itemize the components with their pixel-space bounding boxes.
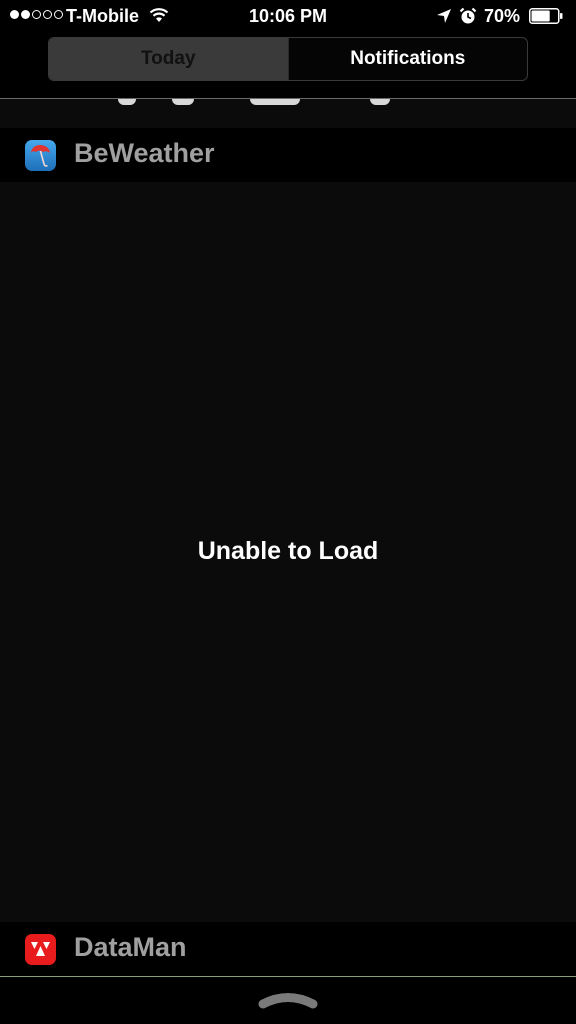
dataman-app-icon — [25, 934, 56, 965]
widget-app-name: BeWeather — [74, 138, 215, 168]
scrolled-content-remnant — [250, 99, 300, 105]
beweather-widget-header[interactable]: BeWeather — [0, 128, 576, 182]
alarm-clock-icon — [459, 7, 477, 24]
tab-notifications[interactable]: Notifications — [289, 38, 528, 80]
scrolled-content-remnant — [370, 99, 390, 105]
location-arrow-icon — [437, 9, 451, 23]
grabber-handle-icon[interactable] — [258, 991, 318, 1009]
battery-icon — [529, 8, 563, 24]
today-notifications-segmented-control: Today Notifications — [48, 37, 528, 81]
status-bar: T-Mobile 10:06 PM 70% — [0, 0, 576, 34]
widget-status-message: Unable to Load — [197, 537, 379, 565]
dataman-widget-header[interactable]: DataMan — [0, 922, 576, 976]
scrolled-content-remnant — [118, 99, 136, 105]
umbrella-app-icon — [25, 140, 56, 171]
battery-percentage: 70% — [484, 6, 521, 26]
tab-today[interactable]: Today — [49, 38, 289, 80]
scrolled-content-remnant — [172, 99, 194, 105]
widget-app-name: DataMan — [74, 932, 187, 962]
notification-center-footer — [0, 977, 576, 1024]
